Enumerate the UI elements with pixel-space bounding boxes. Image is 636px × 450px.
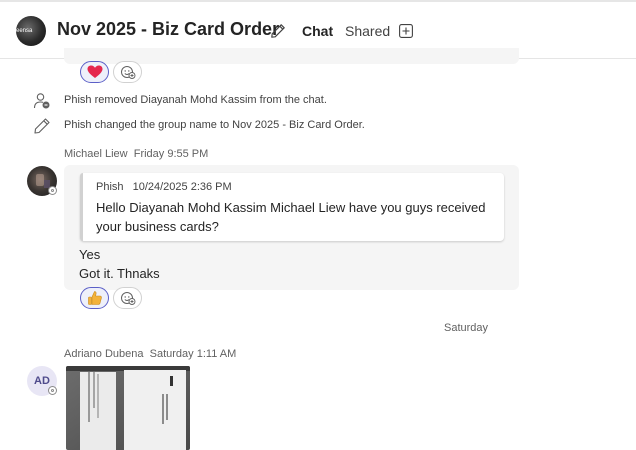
add-reaction-icon	[120, 66, 135, 79]
message-time: Friday 9:55 PM	[133, 148, 209, 160]
add-reaction-button[interactable]	[113, 61, 142, 83]
pencil-icon	[34, 118, 50, 134]
tab-chat[interactable]: Chat	[302, 23, 333, 39]
presence-status-icon	[48, 386, 57, 395]
heart-icon	[87, 65, 102, 78]
quote-bar	[80, 173, 83, 241]
sender-name: Michael Liew	[64, 148, 128, 160]
add-tab-icon[interactable]	[399, 24, 413, 38]
message-sender-line: Michael Liew Friday 9:55 PM	[64, 148, 208, 160]
quote-author: Phish	[96, 181, 124, 193]
day-separator: Saturday	[444, 322, 489, 334]
photo-image	[66, 366, 190, 450]
message-text: Yes	[79, 247, 101, 262]
message-time: Saturday 1:11 AM	[149, 348, 237, 360]
group-avatar-text: eensa	[16, 28, 33, 34]
system-message: Phish changed the group name to Nov 2025…	[0, 115, 636, 137]
avatar-initials: AD	[34, 375, 50, 387]
person-remove-icon	[33, 93, 50, 109]
message-sender-line: Adriano Dubena Saturday 1:11 AM	[64, 348, 236, 360]
heart-reaction[interactable]	[80, 61, 109, 83]
system-message-text: Phish removed Diayanah Mohd Kassim from …	[64, 94, 327, 106]
tab-shared[interactable]: Shared	[345, 23, 390, 39]
sender-name: Adriano Dubena	[64, 348, 144, 360]
group-avatar[interactable]: eensa	[16, 16, 46, 46]
quote-text: Hello Diayanah Mohd Kassim Michael Liew …	[96, 200, 486, 234]
business-card-photo[interactable]	[66, 366, 190, 450]
add-reaction-icon	[120, 292, 135, 305]
edit-name-pencil-icon[interactable]	[270, 23, 286, 39]
message-text: Got it. Thnaks	[79, 266, 160, 281]
system-message-text: Phish changed the group name to Nov 2025…	[64, 119, 365, 131]
quote-meta: Phish 10/24/2025 2:36 PM	[96, 181, 232, 193]
thumbs-up-icon	[87, 291, 102, 305]
add-reaction-button[interactable]	[113, 287, 142, 309]
system-message: Phish removed Diayanah Mohd Kassim from …	[0, 90, 636, 112]
chat-title[interactable]: Nov 2025 - Biz Card Order	[57, 19, 279, 40]
thumbs-up-reaction[interactable]	[80, 287, 109, 309]
quote-timestamp: 10/24/2025 2:36 PM	[132, 181, 232, 193]
quoted-message[interactable]: Phish 10/24/2025 2:36 PM Hello Diayanah …	[80, 173, 504, 241]
presence-status-icon	[48, 186, 57, 195]
